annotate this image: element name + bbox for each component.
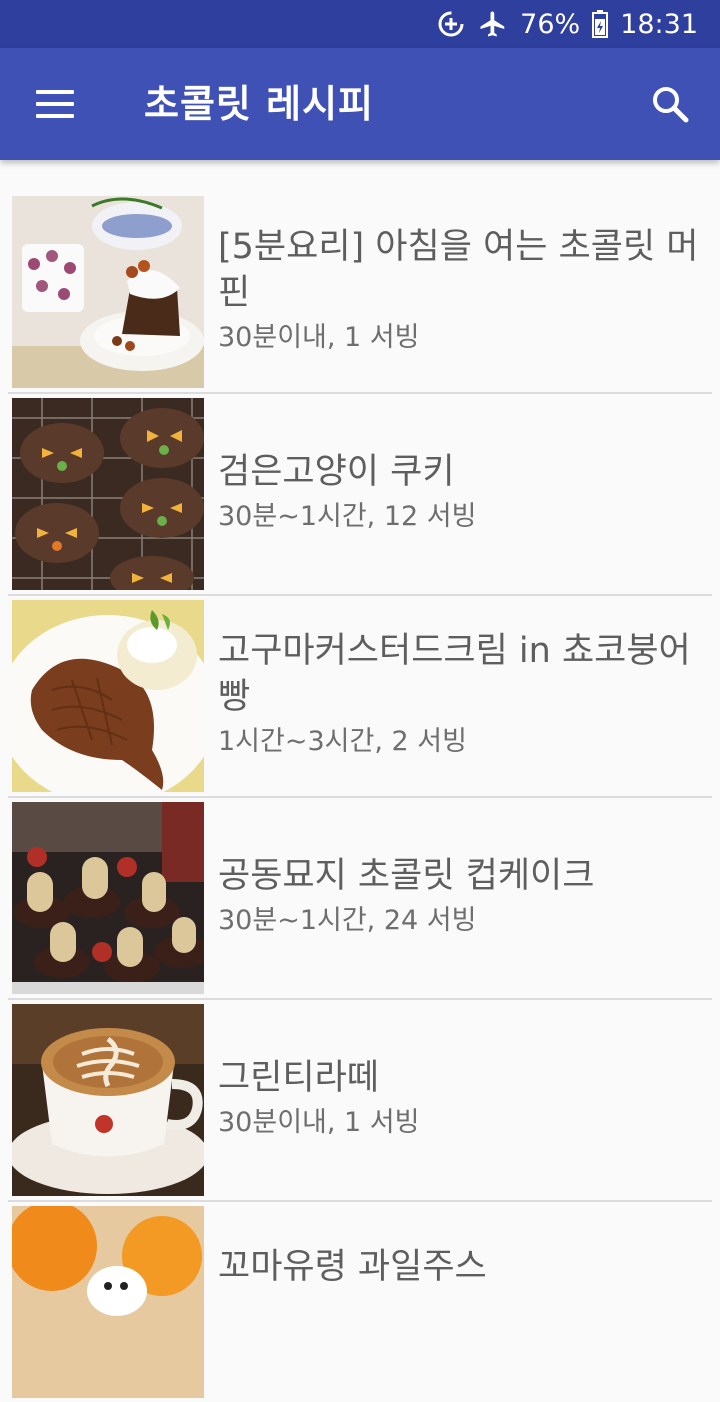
battery-icon	[592, 10, 609, 38]
graveyard-cupcakes-photo	[12, 802, 204, 994]
recipe-title: [5분요리] 아침을 여는 초콜릿 머핀	[218, 227, 699, 313]
latte-photo	[12, 1004, 204, 1196]
black-cat-cookies-photo	[12, 398, 204, 590]
airplane-mode-icon	[478, 9, 508, 39]
recipe-item[interactable]: 검은고양이 쿠키 30분~1시간, 12 서빙	[8, 392, 712, 594]
recipe-title: 검은고양이 쿠키	[218, 452, 455, 492]
recipe-item[interactable]: 꼬마유령 과일주스	[8, 1200, 712, 1402]
page-title: 초콜릿 레시피	[144, 82, 374, 126]
ghost-fruit-juice-photo	[12, 1206, 204, 1398]
data-saver-icon	[436, 9, 466, 39]
choco-fish-bread-photo	[12, 600, 204, 792]
recipe-item[interactable]: [5분요리] 아침을 여는 초콜릿 머핀 30분이내, 1 서빙	[8, 190, 712, 392]
recipe-meta: 30분이내, 1 서빙	[218, 322, 420, 353]
recipe-meta: 30분이내, 1 서빙	[218, 1107, 420, 1138]
recipe-item[interactable]: 그린티라떼 30분이내, 1 서빙	[8, 998, 712, 1200]
hamburger-menu-icon[interactable]	[24, 78, 80, 130]
recipe-item[interactable]: 고구마커스터드크림 in 쵸코붕어빵 1시간~3시간, 2 서빙	[8, 594, 712, 796]
recipe-title: 공동묘지 초콜릿 컵케이크	[218, 856, 595, 896]
recipe-title: 그린티라떼	[218, 1058, 380, 1098]
recipe-title: 꼬마유령 과일주스	[218, 1247, 487, 1287]
clock: 18:31	[620, 8, 698, 40]
status-bar: 76% 18:31	[0, 0, 720, 48]
battery-percent: 76%	[520, 8, 581, 40]
recipe-item[interactable]: 공동묘지 초콜릿 컵케이크 30분~1시간, 24 서빙	[8, 796, 712, 998]
chocolate-muffin-photo	[12, 196, 204, 388]
search-icon[interactable]	[646, 80, 696, 130]
recipe-meta: 30분~1시간, 12 서빙	[218, 501, 477, 532]
app-bar: 초콜릿 레시피	[0, 48, 720, 160]
recipe-title: 고구마커스터드크림 in 쵸코붕어빵	[218, 631, 691, 717]
recipe-meta: 1시간~3시간, 2 서빙	[218, 726, 467, 757]
recipe-meta: 30분~1시간, 24 서빙	[218, 905, 477, 936]
